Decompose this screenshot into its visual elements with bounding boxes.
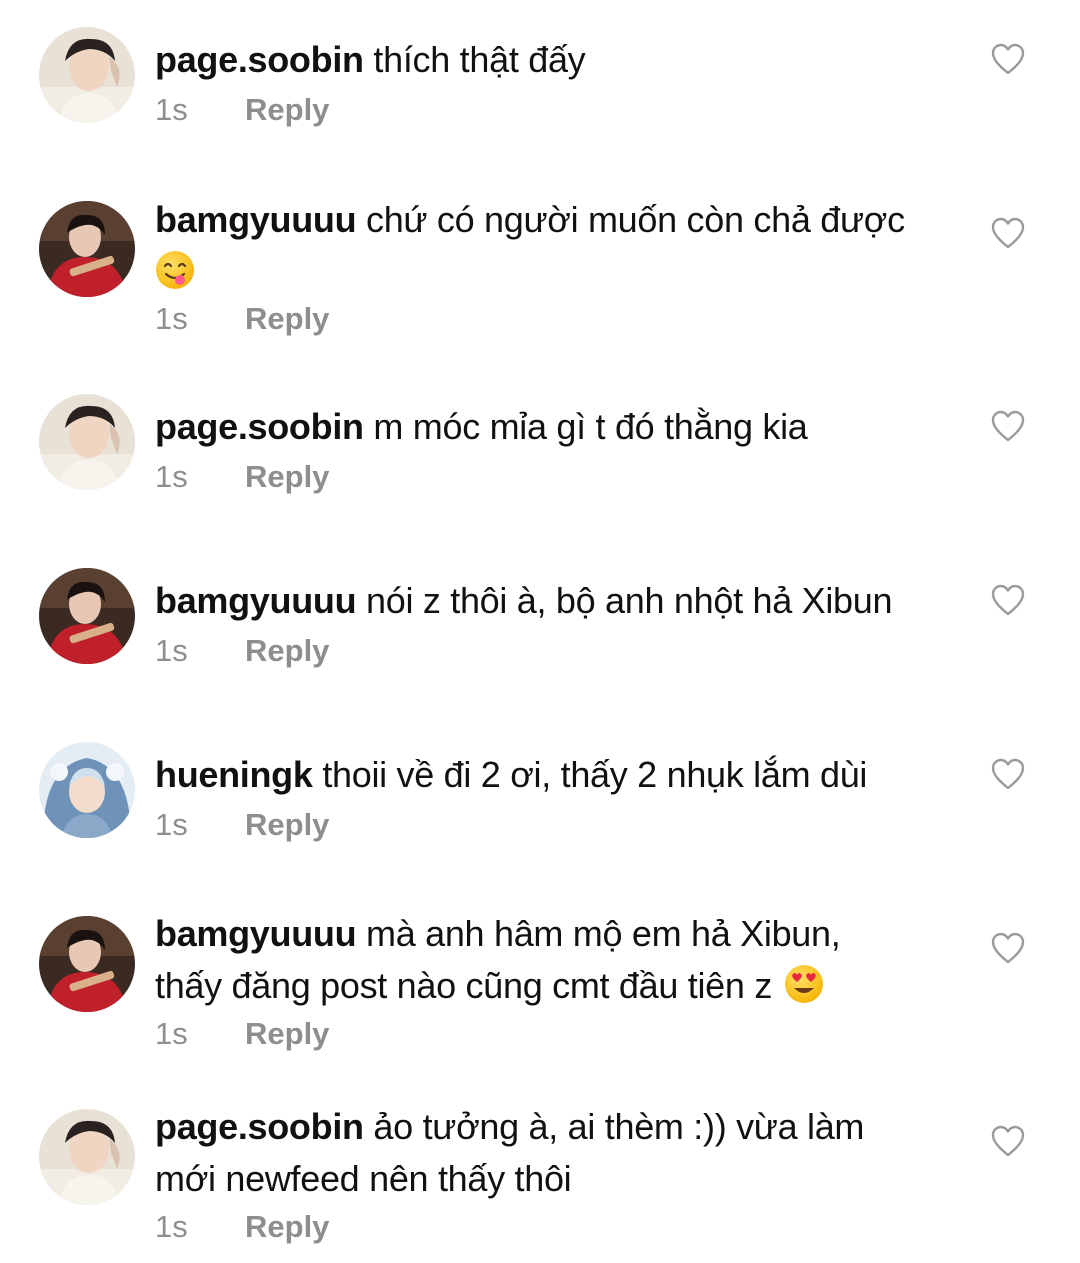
reply-button[interactable]: Reply	[245, 807, 329, 842]
comment-meta: 1s Reply	[155, 457, 329, 497]
reply-button[interactable]: Reply	[245, 633, 329, 668]
comment-meta: 1s Reply	[155, 299, 329, 339]
comment-item: page.soobin thích thật đấy 1s Reply	[0, 0, 1080, 180]
comment-text: bamgyuuuu chứ có người muốn còn chả được	[155, 194, 955, 298]
avatar[interactable]	[39, 568, 135, 664]
avatar[interactable]	[39, 916, 135, 1012]
comment-time: 1s	[155, 807, 188, 842]
comment-item: page.soobin ảo tưởng à, ai thèm :)) vừa …	[0, 1095, 1080, 1263]
comment-text: bamgyuuuu mà anh hâm mộ em hả Xibun, thấ…	[155, 908, 895, 1012]
avatar[interactable]	[39, 27, 135, 123]
heart-outline-icon[interactable]	[990, 1124, 1026, 1158]
heart-outline-icon[interactable]	[990, 216, 1026, 250]
comment-text: page.soobin thích thật đấy	[155, 34, 955, 86]
comment-item: bamgyuuuu nói z thôi à, bộ anh nhột hả X…	[0, 550, 1080, 725]
reply-button[interactable]: Reply	[245, 301, 329, 336]
comment-username[interactable]: page.soobin	[155, 39, 364, 80]
comment-text: bamgyuuuu nói z thôi à, bộ anh nhột hả X…	[155, 575, 955, 627]
comment-username[interactable]: bamgyuuuu	[155, 913, 357, 954]
comment-body: thích thật đấy	[373, 39, 586, 80]
avatar[interactable]	[39, 742, 135, 838]
reply-button[interactable]: Reply	[245, 1016, 329, 1051]
comment-time: 1s	[155, 633, 188, 668]
avatar[interactable]	[39, 394, 135, 490]
comment-text: page.soobin m móc mỉa gì t đó thằng kia	[155, 401, 955, 453]
comment-item: bamgyuuuu mà anh hâm mộ em hả Xibun, thấ…	[0, 900, 1080, 1095]
heart-outline-icon[interactable]	[990, 931, 1026, 965]
comment-meta: 1s Reply	[155, 631, 329, 671]
comment-meta: 1s Reply	[155, 805, 329, 845]
comment-meta: 1s Reply	[155, 90, 329, 130]
heart-outline-icon[interactable]	[990, 583, 1026, 617]
comment-text: page.soobin ảo tưởng à, ai thèm :)) vừa …	[155, 1101, 895, 1205]
comment-time: 1s	[155, 459, 188, 494]
comment-body: m móc mỉa gì t đó thằng kia	[373, 406, 808, 447]
comment-username[interactable]: page.soobin	[155, 1106, 364, 1147]
comment-meta: 1s Reply	[155, 1207, 329, 1247]
heart-outline-icon[interactable]	[990, 757, 1026, 791]
avatar[interactable]	[39, 201, 135, 297]
reply-button[interactable]: Reply	[245, 92, 329, 127]
heart-outline-icon[interactable]	[990, 42, 1026, 76]
comment-item: page.soobin m móc mỉa gì t đó thằng kia …	[0, 380, 1080, 550]
heart-outline-icon[interactable]	[990, 409, 1026, 443]
reply-button[interactable]: Reply	[245, 459, 329, 494]
avatar[interactable]	[39, 1109, 135, 1205]
comment-time: 1s	[155, 1209, 188, 1244]
comment-username[interactable]: page.soobin	[155, 406, 364, 447]
comment-text: hueningk thoii về đi 2 ơi, thấy 2 nhụk l…	[155, 749, 955, 801]
yum-face-emoji	[156, 251, 194, 289]
comment-username[interactable]: bamgyuuuu	[155, 199, 357, 240]
comment-username[interactable]: hueningk	[155, 754, 313, 795]
reply-button[interactable]: Reply	[245, 1209, 329, 1244]
comment-time: 1s	[155, 301, 188, 336]
comment-body: thoii về đi 2 ơi, thấy 2 nhụk lắm dùi	[322, 754, 868, 795]
comment-body: chứ có người muốn còn chả được	[366, 199, 905, 240]
comment-time: 1s	[155, 1016, 188, 1051]
comment-body: nói z thôi à, bộ anh nhột hả Xibun	[366, 580, 893, 621]
comment-item: hueningk thoii về đi 2 ơi, thấy 2 nhụk l…	[0, 725, 1080, 900]
heart-eyes-emoji	[784, 965, 823, 1003]
comment-username[interactable]: bamgyuuuu	[155, 580, 357, 621]
comment-meta: 1s Reply	[155, 1014, 329, 1054]
comment-item: bamgyuuuu chứ có người muốn còn chả được…	[0, 180, 1080, 380]
comment-time: 1s	[155, 92, 188, 127]
